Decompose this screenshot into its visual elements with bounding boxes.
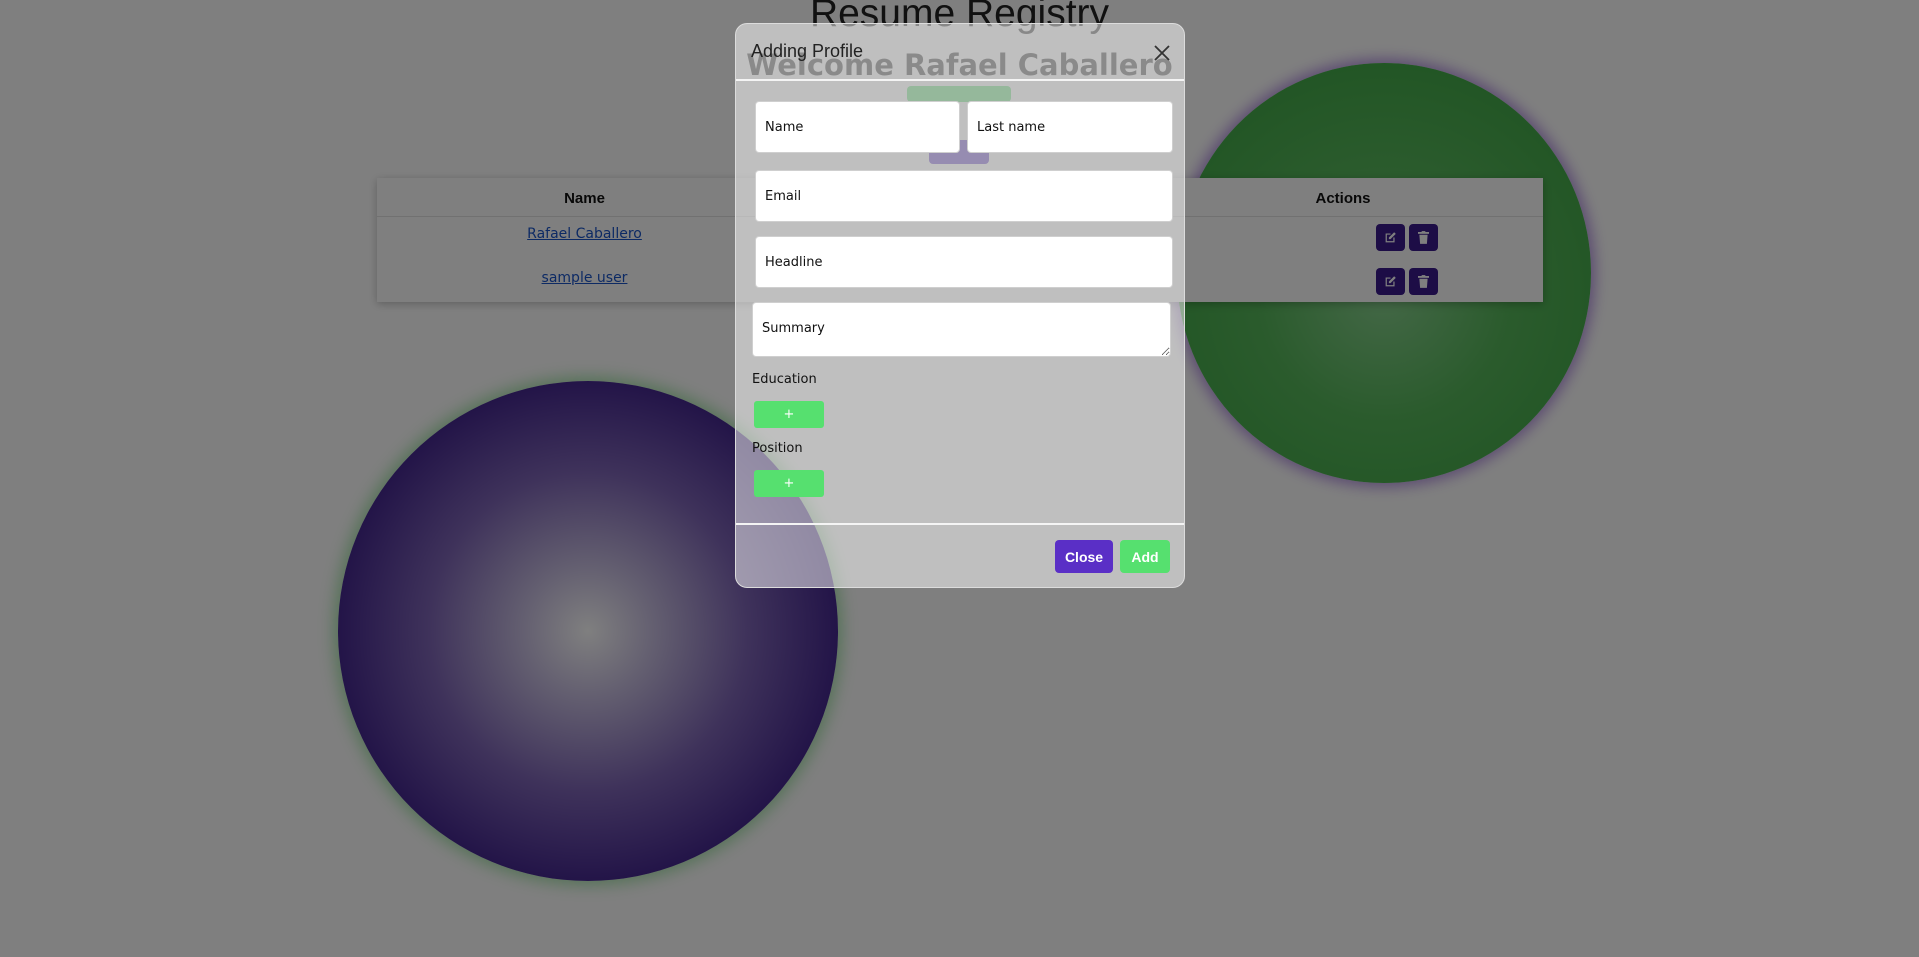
modal-header: Adding Profile [736, 24, 1184, 81]
email-field[interactable] [755, 170, 1173, 222]
education-label: Education [752, 372, 817, 387]
modal-title: Adding Profile [751, 41, 864, 61]
last-name-field[interactable] [967, 101, 1173, 153]
add-profile-modal: Adding Profile Education + Position + Cl… [735, 23, 1185, 588]
modal-footer: Close Add [736, 523, 1184, 587]
summary-field[interactable] [752, 302, 1171, 357]
add-position-button[interactable]: + [754, 470, 824, 497]
close-icon[interactable] [1153, 44, 1171, 62]
position-label: Position [752, 441, 803, 456]
add-button[interactable]: Add [1120, 540, 1170, 573]
headline-field[interactable] [755, 236, 1173, 288]
close-button[interactable]: Close [1055, 540, 1113, 573]
name-field[interactable] [755, 101, 960, 153]
add-education-button[interactable]: + [754, 401, 824, 428]
